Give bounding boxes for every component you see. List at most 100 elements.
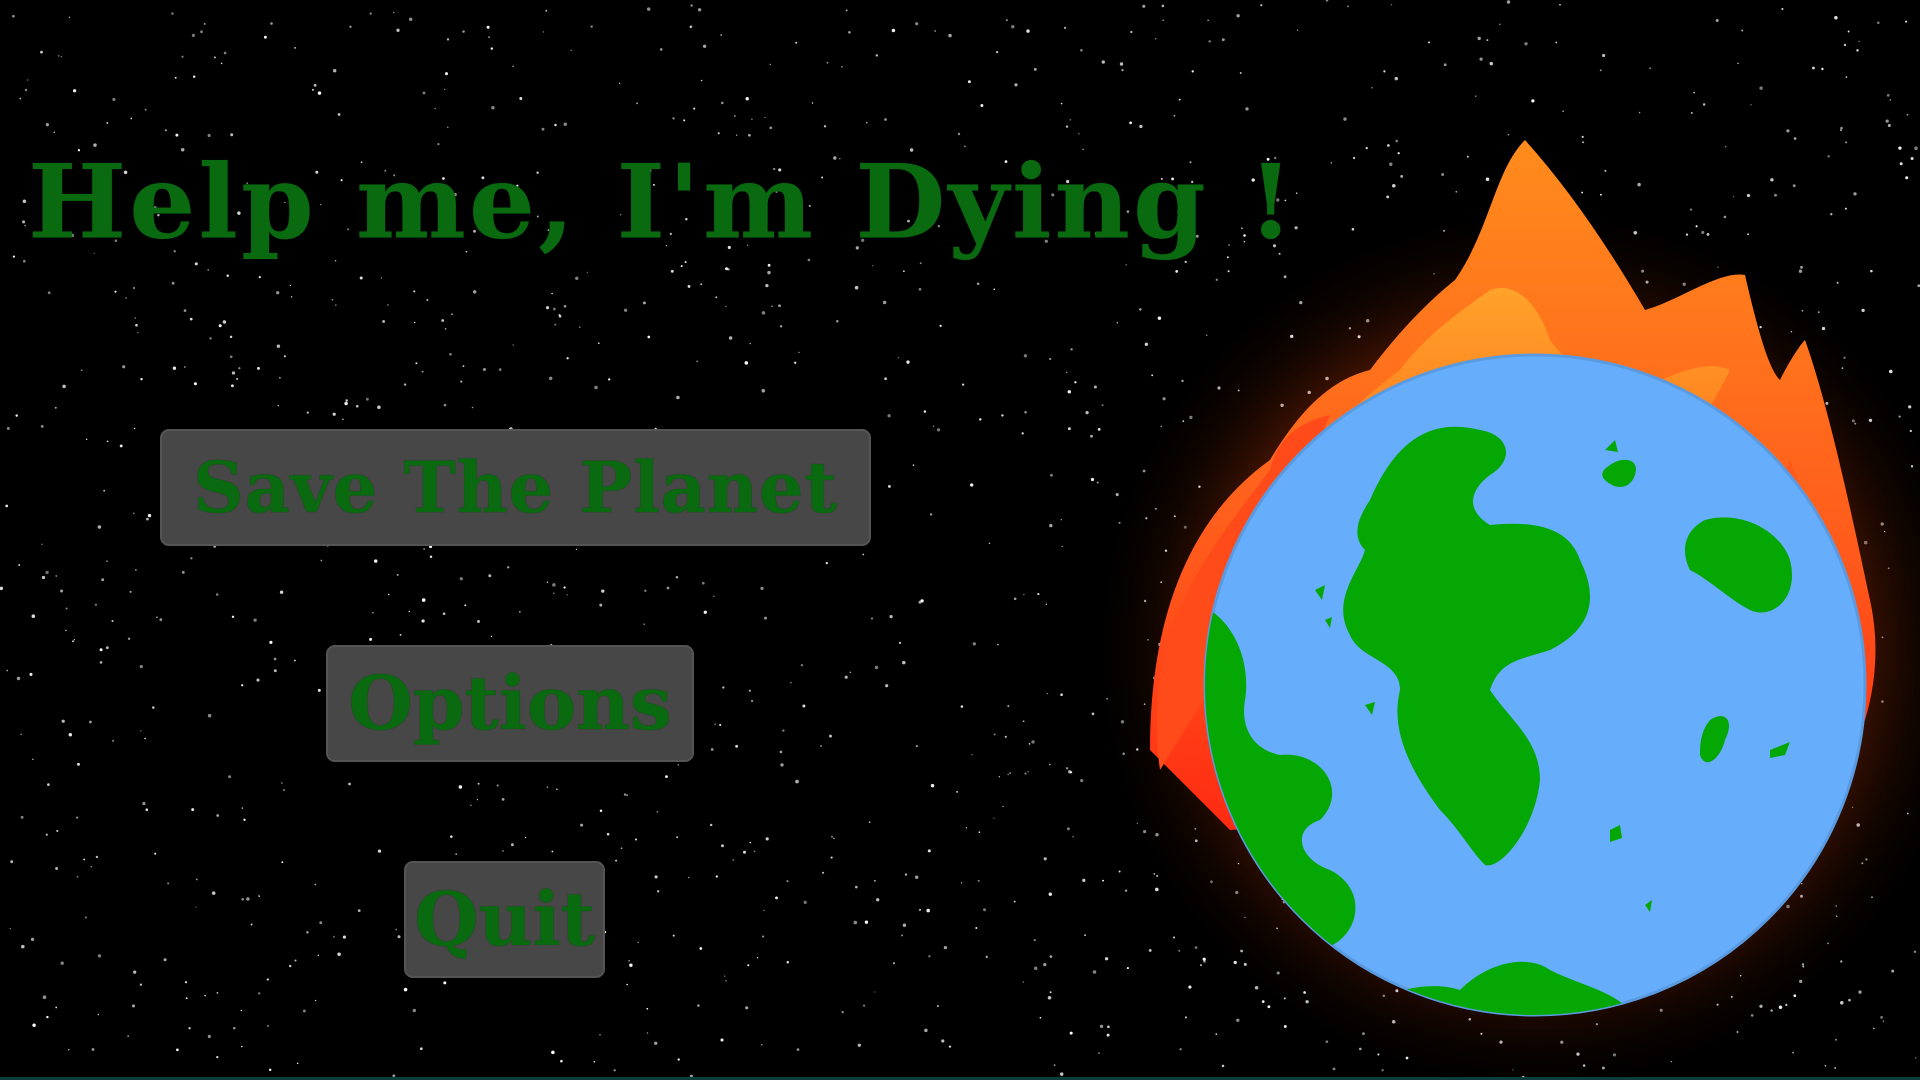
star — [152, 706, 155, 709]
options-button[interactable]: Options — [326, 645, 694, 762]
star — [552, 307, 556, 311]
star — [216, 1055, 219, 1059]
star — [1371, 86, 1373, 89]
star — [156, 616, 158, 618]
star — [580, 823, 584, 827]
star — [606, 832, 610, 836]
star — [344, 401, 348, 406]
star — [223, 51, 227, 55]
star — [133, 427, 136, 430]
star — [1047, 996, 1052, 1000]
star — [24, 224, 26, 227]
star — [216, 992, 219, 994]
star — [171, 12, 174, 15]
star — [689, 25, 693, 29]
star — [1856, 49, 1859, 52]
star — [16, 676, 21, 681]
star — [619, 82, 621, 84]
burning-earth-icon — [1085, 140, 1920, 1080]
quit-button[interactable]: Quit — [404, 861, 605, 978]
star — [874, 665, 879, 670]
star — [1499, 23, 1501, 26]
star — [31, 614, 36, 618]
star — [864, 920, 869, 924]
star — [127, 637, 131, 641]
star — [1887, 123, 1891, 128]
star — [421, 619, 425, 623]
star — [68, 732, 73, 737]
star — [675, 576, 679, 579]
star — [1050, 473, 1053, 477]
star — [20, 733, 22, 735]
star — [657, 890, 660, 893]
star — [720, 1038, 724, 1042]
star — [1069, 118, 1072, 121]
star — [876, 898, 880, 902]
star — [882, 300, 887, 305]
star — [9, 927, 11, 930]
star — [144, 108, 147, 111]
star — [207, 1034, 211, 1039]
star — [446, 38, 450, 41]
star — [936, 1005, 939, 1008]
star — [575, 548, 578, 551]
star — [790, 681, 792, 684]
star — [266, 978, 269, 981]
star — [90, 865, 93, 868]
star — [771, 305, 773, 308]
star — [756, 957, 759, 959]
star — [751, 118, 753, 121]
star — [552, 583, 556, 587]
star — [1905, 20, 1908, 23]
star — [914, 875, 919, 879]
star — [277, 404, 280, 407]
star — [820, 745, 822, 748]
star — [1889, 99, 1891, 101]
star — [146, 517, 149, 521]
star — [112, 97, 116, 101]
star — [599, 603, 603, 607]
star — [442, 612, 446, 615]
star — [841, 1010, 844, 1014]
star — [444, 72, 449, 76]
star — [873, 879, 876, 882]
star — [845, 9, 848, 12]
star — [95, 855, 99, 859]
star — [727, 268, 730, 271]
star — [736, 134, 738, 136]
star — [868, 821, 871, 824]
star — [545, 9, 548, 12]
star — [927, 849, 931, 853]
star — [646, 7, 651, 11]
star — [1649, 67, 1651, 69]
star — [710, 748, 714, 751]
star — [58, 55, 60, 57]
star — [281, 861, 284, 864]
star — [191, 808, 195, 812]
star — [1245, 107, 1249, 111]
star — [460, 380, 463, 383]
star — [857, 1043, 861, 1047]
star — [207, 268, 210, 271]
star — [1479, 57, 1483, 61]
star — [193, 382, 197, 386]
star — [211, 891, 216, 895]
star — [399, 634, 402, 636]
star — [875, 54, 879, 57]
star — [472, 290, 477, 294]
star — [290, 296, 293, 298]
star — [1690, 111, 1693, 114]
star — [918, 287, 922, 291]
star — [443, 981, 447, 985]
star — [22, 199, 27, 203]
star — [763, 909, 765, 912]
star — [470, 804, 472, 806]
quit-label: Quit — [414, 876, 595, 963]
star — [915, 745, 918, 748]
star — [560, 1059, 563, 1063]
save-the-planet-button[interactable]: Save The Planet — [160, 429, 871, 546]
star — [42, 995, 47, 999]
star — [761, 389, 766, 393]
star — [753, 850, 756, 853]
star — [795, 779, 799, 784]
